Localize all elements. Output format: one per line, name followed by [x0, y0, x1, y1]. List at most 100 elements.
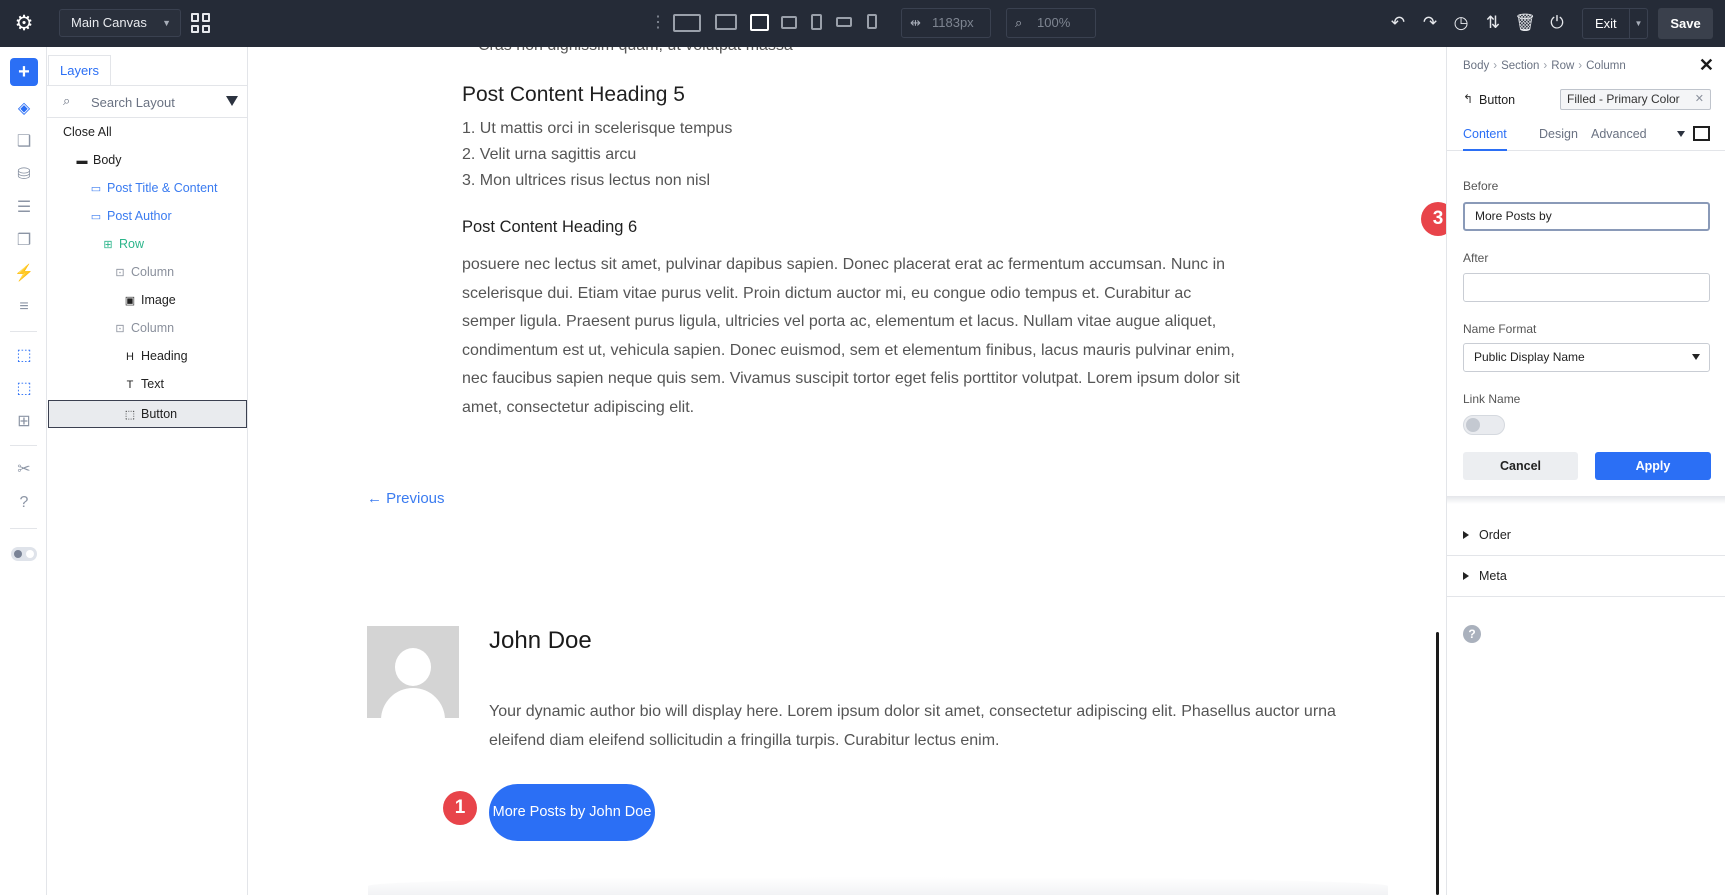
drag-handle-icon[interactable]: ⋮ — [650, 12, 666, 34]
help-icon[interactable]: ? — [1463, 625, 1481, 643]
link-name-toggle[interactable] — [1463, 415, 1505, 435]
global-presets-icon[interactable]: ☰ — [12, 196, 36, 220]
grid-view-icon[interactable] — [191, 13, 211, 33]
more-posts-button[interactable]: More Posts by John Doe — [489, 784, 655, 841]
redo-icon[interactable]: ↷ — [1419, 12, 1441, 34]
canvas-scrollbar[interactable] — [1436, 632, 1439, 895]
settings-gear-icon[interactable]: ⚙ — [12, 12, 36, 36]
before-label: Before — [1463, 179, 1499, 193]
filter-icon[interactable] — [226, 96, 238, 106]
apply-button[interactable]: Apply — [1595, 452, 1711, 480]
tab-design[interactable]: Design — [1539, 119, 1578, 151]
list-item: 1. Ut mattis orci in scelerisque tempus — [462, 120, 733, 137]
before-input[interactable]: More Posts by — [1463, 202, 1710, 231]
list-settings-icon[interactable]: ≡ — [12, 295, 36, 319]
desktop-view-icon[interactable] — [715, 14, 737, 30]
tablet-portrait-view-icon[interactable] — [811, 14, 822, 30]
history-icon[interactable]: ◷ — [1450, 12, 1472, 34]
layer-item-heading[interactable]: H Heading — [123, 344, 188, 368]
save-button[interactable]: Save — [1658, 8, 1713, 39]
breadcrumb-item[interactable]: Body — [1463, 60, 1489, 72]
lightning-icon[interactable]: ⚡ — [12, 262, 36, 286]
accordion-meta[interactable]: Meta — [1447, 556, 1725, 597]
pages-icon[interactable]: ❐ — [12, 229, 36, 253]
phone-landscape-view-icon[interactable] — [836, 17, 852, 27]
author-bio: Your dynamic author bio will display her… — [489, 703, 1336, 749]
after-input[interactable] — [1463, 273, 1710, 302]
text-icon: T — [126, 379, 134, 391]
theme-toggle[interactable] — [11, 547, 37, 561]
tablet-landscape-view-icon[interactable] — [781, 16, 797, 29]
layer-item-column[interactable]: ⊡ Column — [113, 316, 174, 340]
layers-search-bar[interactable]: ⌕ Search Layout — [47, 86, 248, 118]
template-icon[interactable]: ⊞ — [12, 410, 36, 434]
close-all-button[interactable]: Close All — [63, 120, 112, 144]
breadcrumb-item[interactable]: Row — [1551, 60, 1574, 72]
image-icon: ▣ — [124, 295, 136, 307]
author-avatar — [367, 626, 459, 718]
chevron-down-icon[interactable] — [1677, 131, 1685, 137]
layer-item-post-title-content[interactable]: ▭ Post Title & Content — [89, 176, 218, 200]
name-format-select[interactable]: Public Display Name — [1463, 343, 1710, 372]
cancel-button[interactable]: Cancel — [1463, 452, 1578, 480]
help-question-icon[interactable]: ? — [12, 491, 36, 515]
select-module-icon[interactable]: ⬚ — [12, 344, 36, 368]
expand-panel-icon[interactable] — [1693, 126, 1710, 141]
list-item: 3. Mon ultrices risus lectus non nisl — [462, 172, 711, 189]
layer-label: Text — [141, 377, 164, 391]
list-item: 2. Velit urna sagittis arcu — [462, 146, 637, 163]
desktop-wide-view-icon[interactable] — [673, 14, 701, 32]
layers-search-input[interactable]: Search Layout — [91, 95, 175, 110]
database-icon[interactable]: ⛁ — [12, 163, 36, 187]
accordion-label: Order — [1479, 528, 1511, 542]
close-icon[interactable]: ✕ — [1699, 55, 1714, 76]
exit-chevron-icon[interactable]: ▼ — [1629, 9, 1647, 38]
layer-item-image[interactable]: ▣ Image — [123, 288, 176, 312]
zoom-field[interactable]: ⌕ 100% — [1006, 8, 1096, 38]
list-item-cut-off: Cras non dignissim quam, ut volutpat mas… — [478, 47, 793, 55]
remove-preset-icon[interactable]: ✕ — [1695, 90, 1704, 109]
rail-divider — [10, 331, 37, 332]
avatar-body-shape — [381, 688, 445, 718]
power-icon[interactable]: ⏻ — [1546, 12, 1568, 34]
back-arrow-icon[interactable]: ↰ — [1463, 92, 1473, 106]
breadcrumb-chevron-icon: › — [1578, 60, 1583, 72]
left-icon-rail: + ◈ ❑ ⛁ ☰ ❐ ⚡ ≡ ⬚ ⬚ ⊞ ✂ ? — [0, 47, 47, 895]
phone-portrait-view-icon[interactable] — [867, 14, 877, 29]
layer-label: Row — [119, 237, 145, 251]
accordion-order[interactable]: Order — [1447, 515, 1725, 556]
layer-label: Post Author — [107, 209, 172, 223]
trash-icon[interactable]: 🗑 — [1514, 12, 1536, 34]
multi-select-icon[interactable]: ⬚ — [12, 377, 36, 401]
undo-icon[interactable]: ↶ — [1387, 12, 1409, 34]
post-heading-5: Post Content Heading 5 — [462, 83, 685, 106]
tab-content[interactable]: Content — [1463, 119, 1507, 151]
canvas-selector[interactable]: Main Canvas ▼ — [59, 9, 181, 37]
design-library-icon[interactable]: ❑ — [12, 130, 36, 154]
layer-item-text[interactable]: T Text — [123, 372, 164, 396]
layer-item-body[interactable]: ▬ Body — [75, 148, 122, 172]
exit-label: Exit — [1595, 16, 1617, 31]
module-title: Button — [1479, 93, 1516, 107]
caret-right-icon — [1463, 531, 1469, 539]
exit-button[interactable]: Exit ▼ — [1582, 8, 1648, 39]
layers-icon[interactable]: ◈ — [12, 97, 36, 121]
post-paragraph: posuere nec lectus sit amet, pulvinar da… — [462, 256, 1240, 416]
preset-chip[interactable]: Filled - Primary Color ✕ — [1560, 89, 1711, 110]
sort-arrows-icon[interactable]: ⇅ — [1482, 12, 1504, 34]
canvas-width-field[interactable]: ⇹ 1183px — [901, 8, 991, 38]
tools-icon[interactable]: ✂ — [12, 458, 36, 482]
layer-item-column[interactable]: ⊡ Column — [113, 260, 174, 284]
tab-advanced[interactable]: Advanced — [1591, 119, 1647, 151]
breadcrumb-item[interactable]: Column — [1586, 60, 1626, 72]
laptop-view-icon[interactable] — [750, 14, 769, 31]
column-icon: ⊡ — [115, 267, 125, 279]
layer-item-row[interactable]: ⊞ Row — [101, 232, 144, 256]
tab-layers[interactable]: Layers — [48, 55, 111, 85]
breadcrumb-item[interactable]: Section — [1501, 60, 1539, 72]
add-element-button[interactable]: + — [10, 58, 38, 86]
layer-item-post-author[interactable]: ▭ Post Author — [89, 204, 172, 228]
previous-post-link[interactable]: ← Previous — [367, 490, 445, 507]
name-format-value: Public Display Name — [1474, 350, 1585, 364]
layer-item-button[interactable]: ⬚ Button — [123, 402, 177, 426]
